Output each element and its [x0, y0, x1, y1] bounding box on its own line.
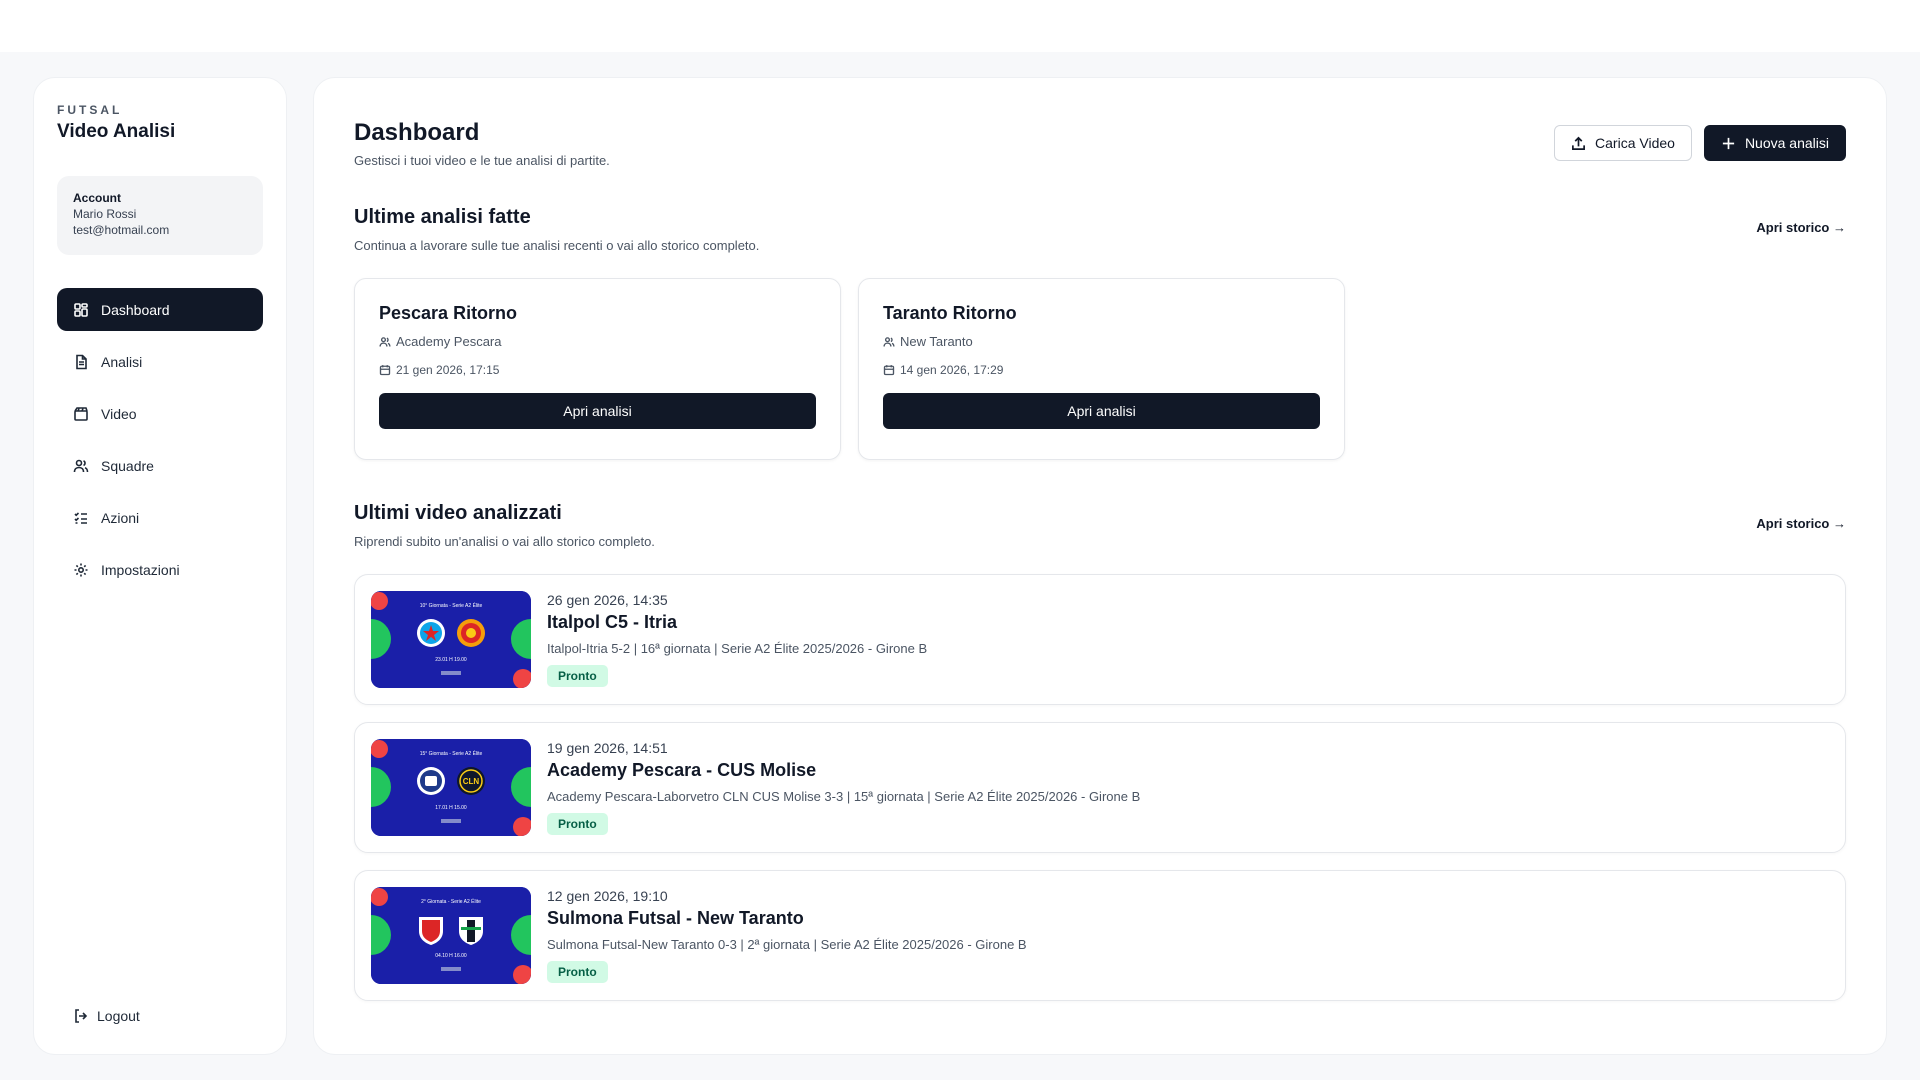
sidebar-item-analisi[interactable]: Analisi	[57, 340, 263, 383]
sidebar-item-label: Dashboard	[101, 301, 170, 318]
analysis-cards: Pescara Ritorno Academy Pescara 21 gen 2…	[354, 278, 1846, 460]
thumbnail-round-text: 2° Giornata - Serie A2 Élite	[421, 898, 481, 905]
plus-icon	[1722, 137, 1735, 149]
video-info: 26 gen 2026, 14:35 Italpol C5 - Itria It…	[547, 592, 927, 687]
recent-analyses-subtitle: Continua a lavorare sulle tue analisi re…	[354, 238, 760, 253]
sidebar: FUTSAL Video Analisi Account Mario Rossi…	[33, 77, 287, 1055]
thumbnail-time-text: 17.01 H 15.00	[435, 805, 467, 811]
open-history-link[interactable]: Apri storico →	[1756, 220, 1846, 235]
video-date: 12 gen 2026, 19:10	[547, 888, 668, 904]
status-badge: Pronto	[547, 665, 608, 687]
analysis-card-title: Taranto Ritorno	[883, 303, 1017, 323]
document-icon	[73, 354, 89, 370]
video-description: Italpol-Itria 5-2 | 16ª giornata | Serie…	[547, 641, 928, 656]
sidebar-item-label: Analisi	[101, 353, 143, 370]
clapperboard-icon	[73, 406, 89, 422]
sidebar-item-label: Squadre	[101, 457, 154, 474]
analysis-date: 21 gen 2026, 17:15	[396, 363, 500, 377]
video-info: 19 gen 2026, 14:51 Academy Pescara - CUS…	[547, 740, 1140, 835]
sidebar-nav: Dashboard Analisi Video Squadre Azioni I…	[57, 288, 263, 591]
analysis-card: Pescara Ritorno Academy Pescara 21 gen 2…	[354, 278, 841, 460]
account-label: Account	[73, 191, 121, 205]
page-title: Dashboard	[354, 119, 480, 146]
upload-icon	[1572, 136, 1585, 150]
analysis-card-title: Pescara Ritorno	[379, 303, 518, 323]
brand-kicker: FUTSAL	[57, 103, 123, 117]
video-row[interactable]: 10° Giornata - Serie A2 Élite 23.01 H 19…	[354, 574, 1846, 705]
sidebar-item-label: Azioni	[101, 509, 140, 526]
account-card: Account Mario Rossi test@hotmail.com	[57, 176, 263, 255]
checklist-icon	[73, 510, 89, 526]
recent-analyses-header: Ultime analisi fatte Continua a lavorare…	[354, 206, 1846, 264]
analysis-card-team: Academy Pescara	[379, 334, 816, 349]
page-header: Dashboard Gestisci i tuoi video e le tue…	[354, 78, 1846, 198]
sidebar-item-video[interactable]: Video	[57, 392, 263, 435]
upload-video-button[interactable]: Carica Video	[1554, 125, 1692, 161]
logout-label: Logout	[97, 1008, 140, 1024]
analysis-card-date: 14 gen 2026, 17:29	[883, 363, 1320, 377]
top-bar	[0, 0, 1920, 52]
analysis-card: Taranto Ritorno New Taranto 14 gen 2026,…	[858, 278, 1345, 460]
logout-button[interactable]: Logout	[73, 1008, 140, 1024]
video-title: Sulmona Futsal - New Taranto	[547, 908, 804, 928]
recent-videos-title: Ultimi video analizzati	[354, 502, 562, 524]
recent-videos-header: Ultimi video analizzati Riprendi subito …	[354, 502, 1846, 560]
sidebar-item-squadre[interactable]: Squadre	[57, 444, 263, 487]
open-analysis-button[interactable]: Apri analisi	[379, 393, 816, 429]
team-logo-letters: CLN	[463, 777, 480, 786]
team-name: New Taranto	[900, 334, 973, 349]
account-email: test@hotmail.com	[73, 223, 170, 237]
calendar-icon	[379, 365, 391, 376]
video-row[interactable]: 15° Giornata - Serie A2 Élite CLN 17.01 …	[354, 722, 1846, 853]
thumbnail-round-text: 10° Giornata - Serie A2 Élite	[420, 602, 483, 609]
video-thumbnail: 10° Giornata - Serie A2 Élite 23.01 H 19…	[371, 591, 531, 688]
video-thumbnail: 15° Giornata - Serie A2 Élite CLN 17.01 …	[371, 739, 531, 836]
status-badge: Pronto	[547, 813, 608, 835]
calendar-icon	[883, 365, 895, 376]
video-row[interactable]: 2° Giornata - Serie A2 Élite 04.10 H 16.…	[354, 870, 1846, 1001]
recent-analyses-title: Ultime analisi fatte	[354, 206, 531, 228]
team-name: Academy Pescara	[396, 334, 502, 349]
users-icon	[73, 458, 89, 474]
video-info: 12 gen 2026, 19:10 Sulmona Futsal - New …	[547, 888, 1027, 983]
video-list: 10° Giornata - Serie A2 Élite 23.01 H 19…	[354, 574, 1846, 1001]
video-description: Sulmona Futsal-New Taranto 0-3 | 2ª gior…	[547, 937, 1027, 952]
new-analysis-label: Nuova analisi	[1744, 135, 1829, 151]
video-thumbnail: 2° Giornata - Serie A2 Élite 04.10 H 16.…	[371, 887, 531, 984]
sidebar-item-dashboard[interactable]: Dashboard	[57, 288, 263, 331]
thumbnail-time-text: 23.01 H 19.00	[435, 657, 467, 663]
users-icon	[883, 336, 895, 347]
new-analysis-button[interactable]: Nuova analisi	[1703, 125, 1846, 161]
status-badge: Pronto	[547, 961, 608, 983]
brand-title: Video Analisi	[57, 121, 176, 142]
dashboard-icon	[73, 302, 89, 318]
video-date: 26 gen 2026, 14:35	[547, 592, 668, 608]
analysis-card-team: New Taranto	[883, 334, 1320, 349]
sidebar-item-azioni[interactable]: Azioni	[57, 496, 263, 539]
video-date: 19 gen 2026, 14:51	[547, 740, 668, 756]
header-actions: Carica Video Nuova analisi	[1554, 125, 1846, 161]
sidebar-item-label: Impostazioni	[101, 561, 180, 578]
analysis-card-date: 21 gen 2026, 17:15	[379, 363, 816, 377]
video-title: Italpol C5 - Itria	[547, 612, 678, 632]
analysis-date: 14 gen 2026, 17:29	[900, 363, 1004, 377]
page-subtitle: Gestisci i tuoi video e le tue analisi d…	[354, 153, 610, 168]
open-history-link[interactable]: Apri storico →	[1756, 516, 1846, 531]
upload-video-label: Carica Video	[1595, 135, 1675, 151]
gear-icon	[73, 562, 89, 578]
main-panel: Dashboard Gestisci i tuoi video e le tue…	[313, 77, 1887, 1055]
sidebar-item-label: Video	[101, 405, 137, 422]
users-icon	[379, 336, 391, 347]
sidebar-item-impostazioni[interactable]: Impostazioni	[57, 548, 263, 591]
video-title: Academy Pescara - CUS Molise	[547, 760, 817, 780]
thumbnail-time-text: 04.10 H 16.00	[435, 953, 467, 959]
video-description: Academy Pescara-Laborvetro CLN CUS Molis…	[547, 789, 1141, 804]
recent-videos-subtitle: Riprendi subito un'analisi o vai allo st…	[354, 534, 655, 549]
thumbnail-round-text: 15° Giornata - Serie A2 Élite	[420, 750, 483, 757]
open-analysis-button[interactable]: Apri analisi	[883, 393, 1320, 429]
account-name: Mario Rossi	[73, 207, 137, 221]
logout-icon	[75, 1009, 88, 1023]
